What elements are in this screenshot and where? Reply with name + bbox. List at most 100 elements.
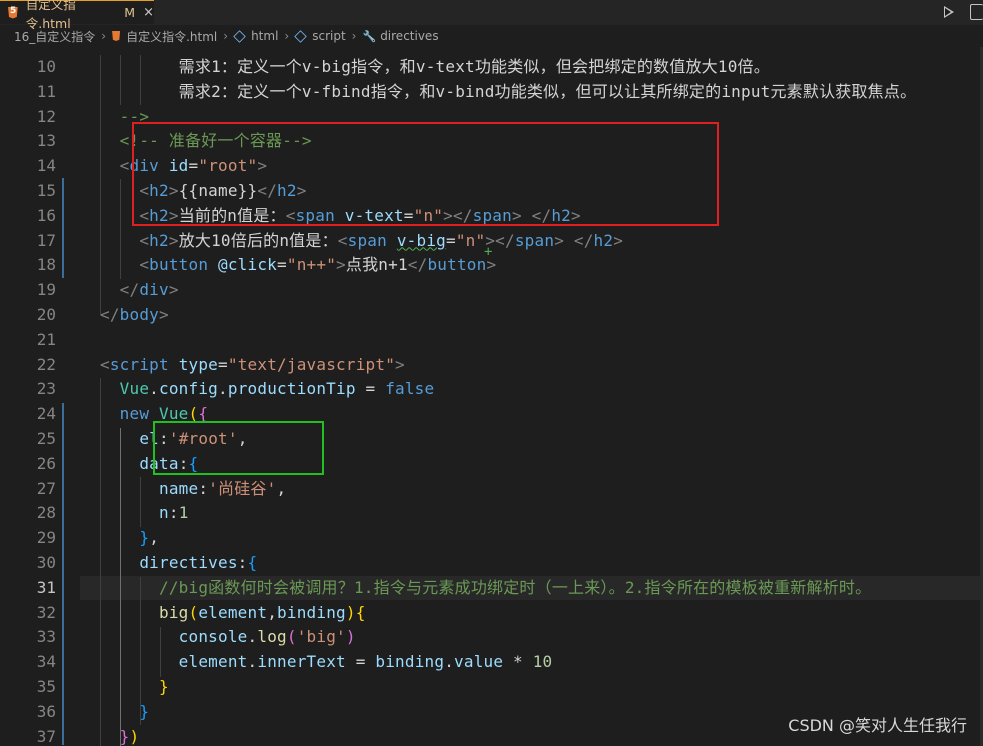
code-token: . — [149, 379, 160, 399]
code-token: < — [100, 230, 150, 250]
code-token: = — [355, 379, 386, 399]
code-token: : — [237, 553, 248, 572]
code-token: 'big' — [296, 627, 346, 647]
code-line[interactable]: 19 </div> — [0, 278, 983, 303]
code-token: </ — [407, 255, 428, 275]
code-token: > — [554, 230, 565, 250]
breadcrumb-file[interactable]: 自定义指令.html — [126, 28, 217, 45]
code-token: "n" — [455, 230, 486, 250]
code-token: . — [444, 652, 455, 672]
code-token: big — [159, 602, 189, 622]
code-line[interactable]: 31 //big函数何时会被调用？1.指令与元素成功绑定时（一上来）。2.指令所… — [0, 576, 983, 601]
code-text: } — [100, 700, 149, 725]
breadcrumb-directives[interactable]: directives — [380, 29, 438, 43]
code-token: { — [355, 602, 366, 622]
line-number: 10 — [36, 57, 56, 76]
code-token: , — [276, 478, 287, 498]
code-text: big(element,binding){ — [100, 601, 366, 626]
code-line[interactable]: 33 console.log('big') — [0, 625, 983, 650]
line-number: 33 — [36, 627, 56, 647]
code-token: < — [337, 230, 348, 250]
html-file-icon — [112, 31, 121, 41]
breadcrumb-folder[interactable]: 16_自定义指令 — [14, 28, 95, 45]
code-line[interactable]: 32 big(element,binding){ — [0, 601, 983, 626]
code-token: : — [198, 478, 209, 498]
code-line[interactable]: 26 data:{ — [0, 452, 983, 477]
code-line[interactable]: 30 directives:{ — [0, 551, 983, 576]
code-text: }) — [100, 725, 139, 746]
tab-active-file[interactable]: 自定义指令.html M × — [0, 0, 154, 31]
code-token: directives — [139, 553, 238, 572]
line-number: 18 — [36, 255, 56, 275]
code-line[interactable]: 25 el:'#root', — [0, 427, 983, 452]
line-number: 15 — [36, 181, 56, 200]
compare-changes-icon[interactable] — [970, 4, 983, 20]
code-text: </body> — [100, 303, 169, 328]
code-token: @click — [218, 255, 278, 275]
breadcrumb-html[interactable]: html — [251, 29, 278, 43]
code-token: } — [139, 528, 150, 548]
code-line[interactable]: 22 <script type="text/javascript"> — [0, 353, 983, 378]
code-token: < — [100, 156, 130, 176]
code-line[interactable]: 21 — [0, 328, 983, 353]
line-number: 26 — [36, 453, 56, 473]
code-token: element — [198, 602, 268, 622]
line-number: 37 — [36, 726, 56, 746]
code-line[interactable]: 24 new Vue({ — [0, 402, 983, 427]
code-token: button — [427, 255, 487, 275]
code-line[interactable]: 28 n:1 — [0, 501, 983, 526]
code-token: > — [613, 230, 624, 250]
code-token: . — [218, 379, 228, 399]
code-line[interactable]: 23 Vue.config.productionTip = false — [0, 377, 983, 402]
run-icon[interactable] — [944, 6, 954, 18]
chevron-right-icon: › — [351, 29, 357, 43]
code-token: </ — [100, 280, 140, 300]
code-token: log — [257, 627, 287, 647]
code-token: , — [149, 528, 160, 548]
breadcrumb-script[interactable]: script — [312, 29, 345, 43]
code-token: productionTip — [227, 379, 356, 399]
code-text: directives:{ — [100, 551, 257, 576]
code-line[interactable]: 10 需求1：定义一个v-big指令，和v-text功能类似，但会把绑定的数值放… — [0, 55, 983, 80]
code-token: //big函数何时会被调用？1.指令与元素成功绑定时（一上来）。2.指令所在的模… — [100, 577, 872, 597]
code-token: config — [159, 379, 219, 399]
code-text: element.innerText = binding.value * 10 — [100, 650, 553, 675]
close-icon[interactable]: × — [143, 5, 154, 20]
highlight-box-data — [153, 421, 324, 475]
code-token: , — [267, 602, 278, 622]
line-number: 21 — [36, 329, 56, 349]
code-line[interactable]: 29 }, — [0, 526, 983, 551]
line-number: 11 — [36, 81, 56, 101]
highlight-box-template — [132, 122, 719, 226]
code-line[interactable]: 20 </body> — [0, 303, 983, 328]
code-text: <h2>放大10倍后的n值是：<span v-big="n"></span> <… — [100, 229, 623, 254]
code-line[interactable]: 11 需求2：定义一个v-fbind指令，和v-bind功能类似，但可以让其所绑… — [0, 80, 983, 105]
code-token: : — [168, 503, 179, 523]
code-line[interactable]: 34 element.innerText = binding.value * 1… — [0, 650, 983, 675]
line-number: 17 — [36, 230, 56, 250]
line-number: 28 — [36, 503, 56, 523]
code-line[interactable]: 35 } — [0, 675, 983, 700]
code-token: ( — [188, 602, 199, 622]
code-line[interactable]: 27 name:'尚硅谷', — [0, 477, 983, 502]
line-number: 32 — [36, 602, 56, 622]
code-token: > — [168, 280, 179, 300]
code-text: </div> — [100, 278, 179, 303]
code-text: Vue.config.productionTip = false — [100, 377, 434, 402]
line-number: 20 — [36, 305, 56, 324]
editor-toolbar — [944, 0, 983, 24]
code-token: ) — [345, 627, 356, 647]
code-token: 点我n+1 — [345, 255, 408, 275]
code-token: console — [178, 627, 248, 647]
code-token: 1 — [178, 503, 189, 523]
code-token: innerText — [257, 652, 346, 672]
line-number: 24 — [36, 404, 56, 424]
code-token: ( — [286, 627, 297, 647]
code-token: 10 — [532, 652, 553, 672]
